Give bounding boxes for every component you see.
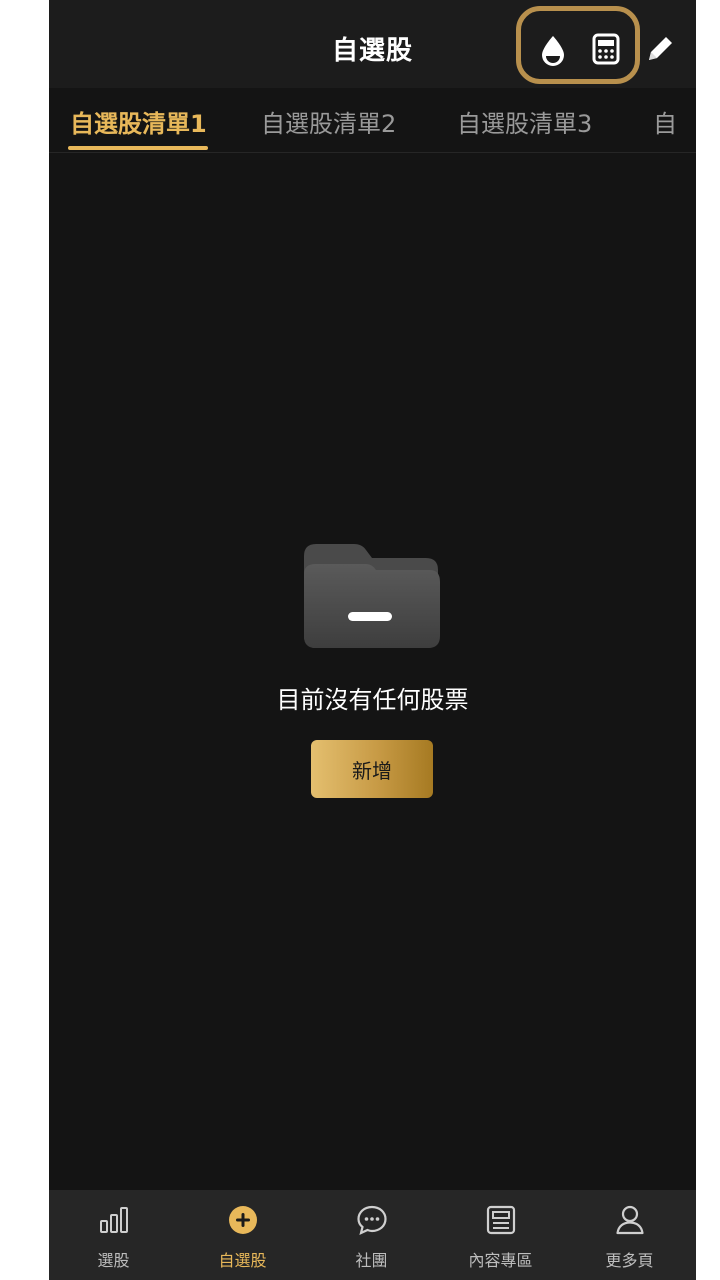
nav-item-more[interactable]: 更多頁 (565, 1190, 694, 1280)
plus-circle-icon (228, 1206, 257, 1234)
water-drop-icon[interactable] (536, 32, 570, 66)
nav-item-watchlist[interactable]: 自選股 (178, 1190, 307, 1280)
nav-item-stock-picker[interactable]: 選股 (49, 1190, 178, 1280)
tab-watchlist-1[interactable]: 自選股清單1 (70, 104, 207, 139)
app-screen: 自選股 自選股清單1 自選股清單2 自選股清單3 自 目前沒有任何股票 新增 選… (49, 0, 696, 1280)
calculator-icon[interactable] (589, 32, 623, 66)
tab-watchlist-2[interactable]: 自選股清單2 (261, 104, 396, 139)
watchlist-tabs: 自選股清單1 自選股清單2 自選股清單3 自 (49, 88, 696, 153)
nav-item-content[interactable]: 內容專區 (436, 1190, 565, 1280)
news-icon (486, 1205, 515, 1235)
nav-label: 自選股 (218, 1251, 267, 1270)
nav-label: 社團 (355, 1251, 388, 1270)
header-bar: 自選股 (49, 0, 696, 88)
pencil-edit-icon[interactable] (643, 32, 677, 66)
empty-message: 目前沒有任何股票 (276, 686, 469, 714)
folder-minus-icon (304, 544, 440, 648)
chat-bubble-icon (356, 1205, 387, 1235)
nav-label: 更多頁 (605, 1251, 654, 1270)
nav-item-community[interactable]: 社團 (307, 1190, 436, 1280)
tab-watchlist-4[interactable]: 自 (653, 104, 677, 139)
add-stock-button[interactable]: 新增 (311, 740, 433, 798)
bottom-nav: 選股 自選股 社團 內容專區 更多頁 (49, 1190, 696, 1280)
person-icon (615, 1205, 644, 1235)
active-tab-indicator (68, 146, 208, 150)
nav-label: 內容專區 (468, 1251, 533, 1270)
nav-label: 選股 (97, 1251, 130, 1270)
bar-chart-icon (99, 1207, 128, 1233)
tab-watchlist-3[interactable]: 自選股清單3 (457, 104, 592, 139)
